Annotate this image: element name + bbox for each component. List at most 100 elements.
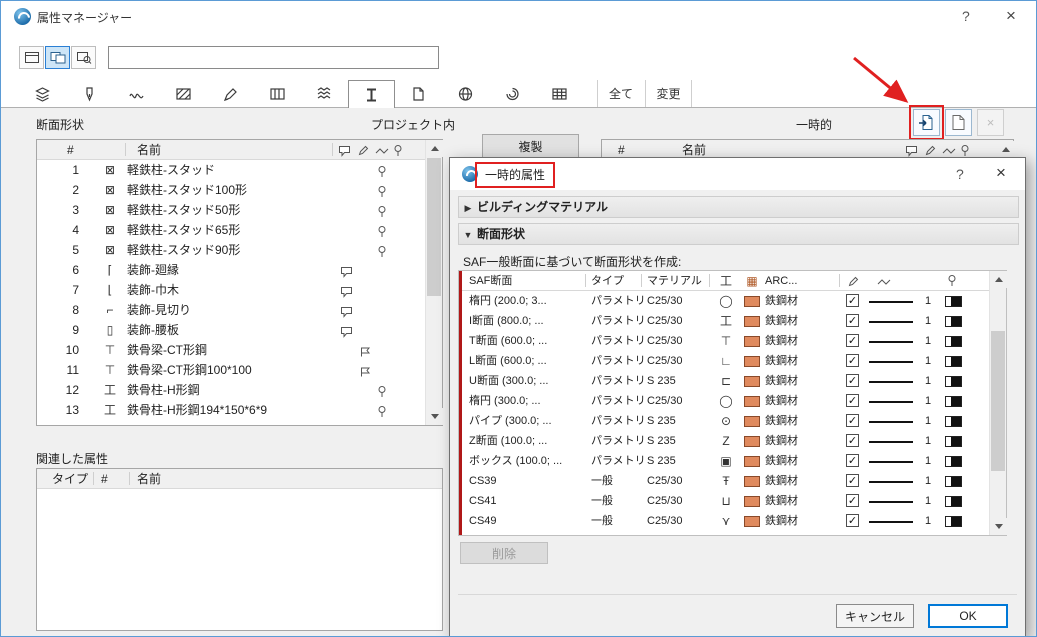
scroll-thumb[interactable] — [991, 331, 1005, 471]
profile-row[interactable]: 4⊠軽鉄柱-スタッド65形 — [37, 220, 442, 240]
checkbox[interactable] — [846, 314, 859, 327]
import-file-icon — [918, 114, 935, 131]
saf-section-row[interactable]: Z断面 (100.0; ...パラメトリックS 235Z鉄鋼材1 — [459, 431, 1006, 451]
left-list-scrollbar[interactable] — [425, 140, 442, 425]
saf-section-row[interactable]: 楕円 (200.0; 3...パラメトリックC25/30◯鉄鋼材1 — [459, 291, 1006, 311]
profiles-section-header[interactable]: ▼断面形状 — [458, 223, 1019, 245]
checkbox[interactable] — [846, 514, 859, 527]
linetype-preview — [869, 461, 913, 463]
profile-row[interactable]: 13工鉄骨柱-H形鋼194*150*6*9 — [37, 400, 442, 420]
tab-pens[interactable] — [66, 80, 113, 107]
linetype-preview — [869, 361, 913, 363]
scroll-up-button[interactable] — [990, 271, 1007, 288]
saf-section-row[interactable]: L断面 (600.0; ...パラメトリックC25/30∟鉄鋼材1 — [459, 351, 1006, 371]
saf-section-row[interactable]: CS49一般C25/30⋎鉄鋼材1 — [459, 511, 1006, 531]
profile-row[interactable]: 7⌊装飾-巾木 — [37, 280, 442, 300]
scroll-down-button[interactable] — [426, 408, 443, 425]
scroll-thumb[interactable] — [427, 158, 441, 296]
saf-material: C25/30 — [647, 311, 709, 331]
tab-all[interactable]: 全て — [597, 80, 644, 107]
tab-composites[interactable] — [254, 80, 301, 107]
delete-button[interactable]: 削除 — [460, 542, 548, 564]
checkbox[interactable] — [846, 454, 859, 467]
view-mode-single-button[interactable] — [19, 46, 44, 69]
saf-type: パラメトリック — [591, 371, 646, 391]
cancel-button[interactable]: キャンセル — [836, 604, 914, 628]
scroll-up-button[interactable] — [426, 140, 443, 157]
checkbox[interactable] — [846, 334, 859, 347]
saf-section-row[interactable]: パイプ (300.0; ...パラメトリックS 235⊙鉄鋼材1 — [459, 411, 1006, 431]
search-panel-icon — [76, 51, 92, 64]
checkbox[interactable] — [846, 474, 859, 487]
tab-layers[interactable] — [19, 80, 66, 107]
saf-section-row[interactable]: 楕円 (300.0; ...パラメトリックC25/30◯鉄鋼材1 — [459, 391, 1006, 411]
dialog-close-button[interactable]: × — [996, 163, 1006, 183]
row-number: 6 — [45, 260, 79, 280]
saf-section-row[interactable]: CS41一般C25/30⊔鉄鋼材1 — [459, 491, 1006, 511]
view-mode-double-button[interactable] — [45, 46, 70, 69]
search-input[interactable] — [108, 46, 439, 69]
row-number: 9 — [45, 320, 79, 340]
list-header: # 名前 — [37, 140, 442, 160]
view-mode-search-button[interactable] — [71, 46, 96, 69]
fgbg-pen-icon — [945, 336, 962, 347]
tab-building-materials[interactable] — [536, 80, 583, 107]
delete-attribute-button[interactable]: × — [977, 109, 1004, 136]
scroll-down-button[interactable] — [990, 518, 1007, 535]
saf-material: S 235 — [647, 411, 709, 431]
tab-hatch-lines[interactable] — [301, 80, 348, 107]
checkbox[interactable] — [846, 294, 859, 307]
profile-row[interactable]: 5⊠軽鉄柱-スタッド90形 — [37, 240, 442, 260]
dialog-help-button[interactable]: ? — [956, 166, 964, 182]
saf-section-row[interactable]: T断面 (600.0; ...パラメトリックC25/30⊤鉄鋼材1 — [459, 331, 1006, 351]
import-temporary-attributes-button[interactable] — [913, 109, 940, 136]
saf-name: 楕円 (300.0; ... — [469, 391, 589, 411]
scroll-up-button[interactable] — [997, 141, 1014, 158]
saf-section-row[interactable]: ボックス (100.0; ...パラメトリックS 235▣鉄鋼材1 — [459, 451, 1006, 471]
saf-section-row[interactable]: CS39一般C25/30Ŧ鉄鋼材1 — [459, 471, 1006, 491]
profile-row[interactable]: 11⊤鉄骨梁-CT形鋼100*100 — [37, 360, 442, 380]
new-file-button[interactable] — [945, 109, 972, 136]
saf-section-row[interactable]: I断面 (800.0; ...パラメトリックC25/30工鉄鋼材1 — [459, 311, 1006, 331]
close-button[interactable]: × — [1006, 6, 1016, 26]
column-archicad-material: ARC... — [765, 271, 797, 291]
tab-operation-profiles[interactable] — [489, 80, 536, 107]
profile-type-icon: ⊤ — [101, 340, 119, 360]
tab-fill-types[interactable] — [160, 80, 207, 107]
linetype-preview — [869, 501, 913, 503]
profile-row[interactable]: 9▯装飾-腰板 — [37, 320, 442, 340]
archicad-material: 鉄鋼材 — [765, 371, 835, 391]
profile-row[interactable]: 3⊠軽鉄柱-スタッド50形 — [37, 200, 442, 220]
saf-material: C25/30 — [647, 391, 709, 411]
tab-profiles[interactable] — [348, 80, 395, 108]
checkbox[interactable] — [846, 494, 859, 507]
tab-change[interactable]: 変更 — [645, 80, 692, 107]
profile-row[interactable]: 8⌐装飾-見切り — [37, 300, 442, 320]
profile-type-icon: ⊠ — [101, 180, 119, 200]
tab-pencil[interactable] — [207, 80, 254, 107]
building-materials-section-header[interactable]: ▶ビルディングマテリアル — [458, 196, 1019, 218]
profile-row[interactable]: 1⊠軽鉄柱-スタッド — [37, 160, 442, 180]
ok-button[interactable]: OK — [928, 604, 1008, 628]
row-number: 13 — [45, 400, 79, 420]
saf-table-scrollbar[interactable] — [989, 271, 1006, 535]
checkbox[interactable] — [846, 394, 859, 407]
help-button[interactable]: ? — [962, 8, 970, 24]
tab-line-types[interactable] — [113, 80, 160, 107]
tab-surfaces[interactable] — [442, 80, 489, 107]
checkbox[interactable] — [846, 354, 859, 367]
saf-section-row[interactable]: U断面 (300.0; ...パラメトリックS 235⊏鉄鋼材1 — [459, 371, 1006, 391]
profile-row[interactable]: 6⌈装飾-廻縁 — [37, 260, 442, 280]
checkbox[interactable] — [846, 434, 859, 447]
table-left-red-edge — [459, 271, 462, 535]
checkbox[interactable] — [846, 374, 859, 387]
saf-type: パラメトリック — [591, 351, 646, 371]
profile-type-icon: ⊠ — [101, 200, 119, 220]
profile-row[interactable]: 12工鉄骨柱-H形鋼 — [37, 380, 442, 400]
tab-sheet[interactable] — [395, 80, 442, 107]
profile-row[interactable]: 2⊠軽鉄柱-スタッド100形 — [37, 180, 442, 200]
profile-row[interactable]: 10⊤鉄骨梁-CT形鋼 — [37, 340, 442, 360]
archicad-material: 鉄鋼材 — [765, 511, 835, 531]
saf-name: Z断面 (100.0; ... — [469, 431, 589, 451]
checkbox[interactable] — [846, 414, 859, 427]
